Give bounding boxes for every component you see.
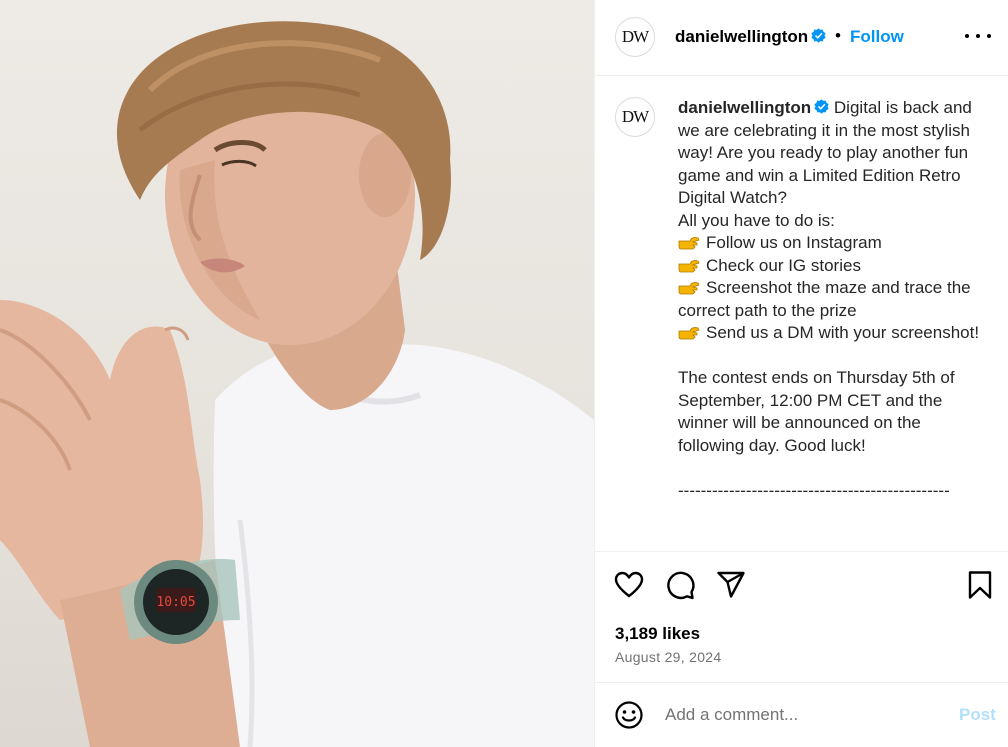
comment-composer: Post bbox=[595, 682, 1008, 747]
caption-instruction: All you have to do is: bbox=[678, 210, 835, 230]
comment-bubble-icon[interactable] bbox=[665, 570, 695, 600]
caption-closing: The contest ends on Thursday 5th of Sept… bbox=[678, 368, 960, 455]
emoji-smiley-icon[interactable] bbox=[614, 700, 644, 730]
caption-step-text: Screenshot the maze and trace the correc… bbox=[678, 278, 976, 320]
post-sidebar: DW danielwellington • Follow DW danielwe… bbox=[594, 0, 1008, 747]
more-options-icon[interactable] bbox=[965, 25, 991, 47]
post-actions: 3,189 likes August 29, 2024 bbox=[595, 551, 1008, 681]
caption-step-text: Send us a DM with your screenshot! bbox=[706, 323, 980, 342]
caption-step-text: Check our IG stories bbox=[706, 255, 861, 275]
more-dot bbox=[976, 34, 980, 38]
caption-step: Screenshot the maze and trace the correc… bbox=[678, 277, 983, 322]
follow-button[interactable]: Follow bbox=[850, 27, 904, 47]
pointing-hand-icon bbox=[678, 324, 700, 340]
caption-author-avatar[interactable]: DW bbox=[615, 97, 655, 137]
header-separator: • bbox=[835, 26, 841, 45]
post-caption: danielwellington Digital is back and we … bbox=[678, 97, 983, 502]
caption-spacer bbox=[678, 345, 983, 368]
comment-input[interactable] bbox=[665, 703, 935, 727]
caption-step: Check our IG stories bbox=[678, 255, 983, 278]
caption-username[interactable]: danielwellington bbox=[678, 98, 811, 117]
verified-badge-icon bbox=[814, 99, 829, 114]
pointing-hand-icon bbox=[678, 257, 700, 272]
pointing-hand-icon bbox=[678, 234, 700, 250]
like-heart-icon[interactable] bbox=[614, 570, 644, 600]
verified-badge-icon bbox=[811, 28, 826, 43]
share-paper-plane-icon[interactable] bbox=[716, 570, 746, 600]
caption-intro-paragraph: danielwellington Digital is back and we … bbox=[678, 97, 983, 210]
avatar-monogram: DW bbox=[621, 107, 649, 126]
author-username[interactable]: danielwellington bbox=[675, 27, 808, 47]
caption-section: DW danielwellington Digital is back and … bbox=[595, 77, 1008, 551]
caption-step: Send us a DM with your screenshot! bbox=[678, 322, 983, 345]
avatar-monogram: DW bbox=[621, 27, 649, 46]
more-dot bbox=[987, 34, 991, 38]
caption-divider: ----------------------------------------… bbox=[678, 480, 950, 500]
author-avatar[interactable]: DW bbox=[615, 17, 655, 57]
pointing-hand-icon bbox=[678, 279, 700, 295]
post-photo-illustration: 10:05 bbox=[0, 21, 594, 747]
svg-text:10:05: 10:05 bbox=[156, 595, 195, 610]
likes-count[interactable]: 3,189 likes bbox=[615, 624, 700, 644]
post-header: DW danielwellington • Follow bbox=[595, 0, 1008, 76]
save-bookmark-icon[interactable] bbox=[965, 570, 995, 600]
post-comment-button[interactable]: Post bbox=[959, 705, 996, 725]
caption-step-text: Follow us on Instagram bbox=[706, 233, 882, 252]
post-date[interactable]: August 29, 2024 bbox=[615, 649, 721, 665]
caption-step: Follow us on Instagram bbox=[678, 232, 983, 255]
post-image[interactable]: 10:05 bbox=[0, 0, 594, 747]
more-dot bbox=[965, 34, 969, 38]
caption-spacer bbox=[678, 457, 983, 480]
